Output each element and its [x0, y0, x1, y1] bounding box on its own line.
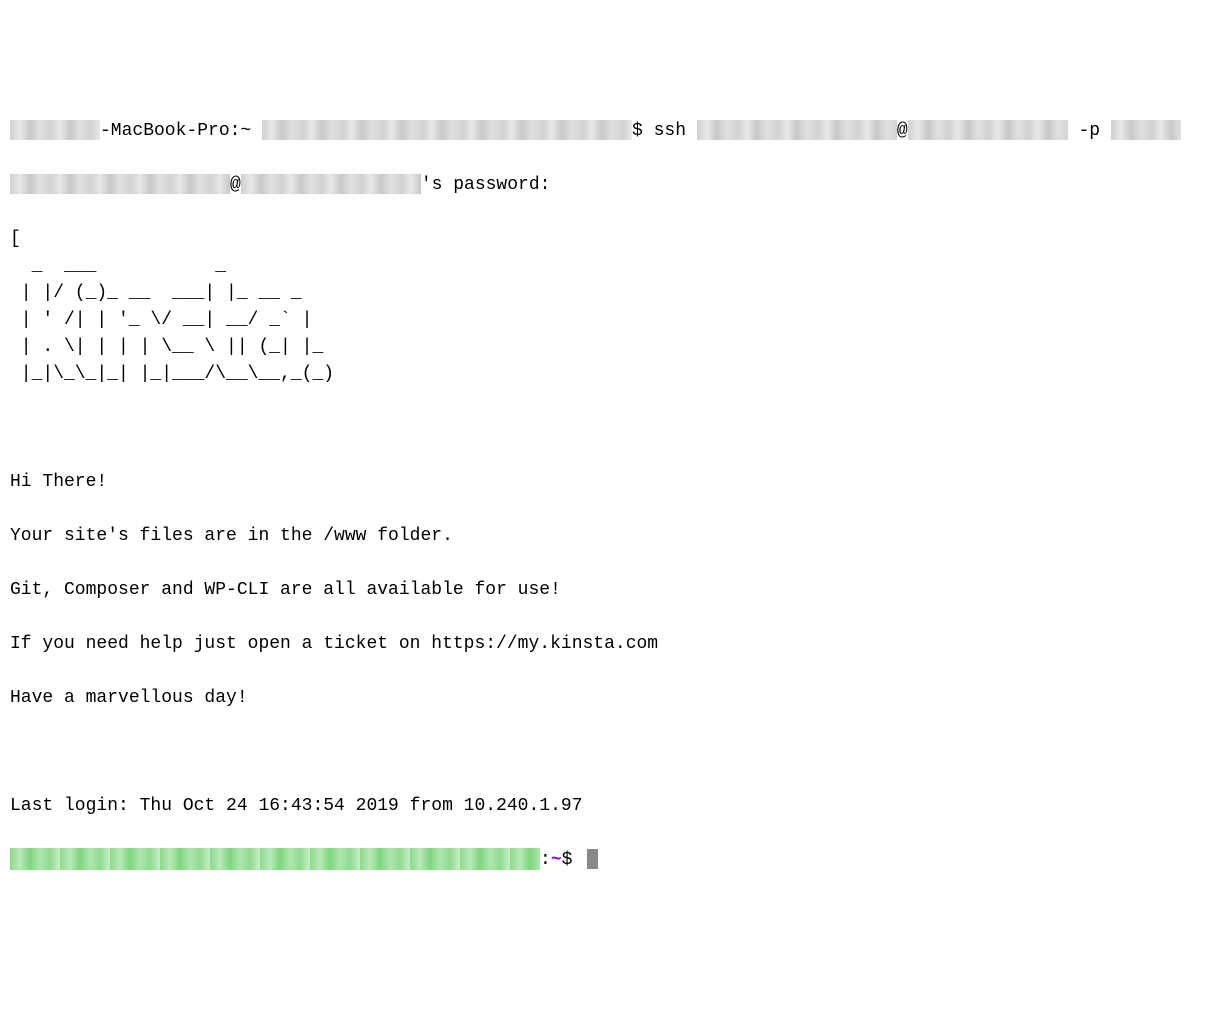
- redacted-session-user: [10, 848, 540, 870]
- motd-line-5: Have a marvellous day!: [10, 685, 1210, 712]
- redacted-ssh-host: [908, 120, 1068, 140]
- terminal-host-label: -MacBook-Pro:~: [100, 121, 262, 141]
- password-prompt-text: 's password:: [421, 175, 551, 195]
- blank-line-1: [10, 415, 1210, 442]
- blank-line-2: [10, 739, 1210, 766]
- prompt-colon: :: [540, 850, 551, 870]
- redacted-pw-host: [241, 174, 421, 194]
- redacted-port: [1111, 120, 1181, 140]
- motd-line-3: Git, Composer and WP-CLI are all availab…: [10, 577, 1210, 604]
- ascii-art-logo: [ _ ___ _ | |/ (_)_ __ ___| |_ __ _ | ' …: [10, 226, 1210, 388]
- motd-line-1: Hi There!: [10, 469, 1210, 496]
- at-symbol-1: @: [897, 121, 908, 141]
- motd-line-2: Your site's files are in the /www folder…: [10, 523, 1210, 550]
- motd-line-4: If you need help just open a ticket on h…: [10, 631, 1210, 658]
- redacted-local-user: [262, 120, 632, 140]
- redacted-ssh-user: [697, 120, 897, 140]
- last-login-line: Last login: Thu Oct 24 16:43:54 2019 fro…: [10, 793, 1210, 820]
- redacted-pw-user: [10, 174, 230, 194]
- terminal-cursor[interactable]: [587, 849, 598, 869]
- redacted-host-prefix: [10, 120, 100, 140]
- port-flag: -p: [1068, 121, 1111, 141]
- at-symbol-2: @: [230, 175, 241, 195]
- prompt-tilde: ~: [551, 850, 562, 870]
- prompt-dollar: $: [562, 850, 584, 870]
- ssh-command-text: $ ssh: [632, 121, 697, 141]
